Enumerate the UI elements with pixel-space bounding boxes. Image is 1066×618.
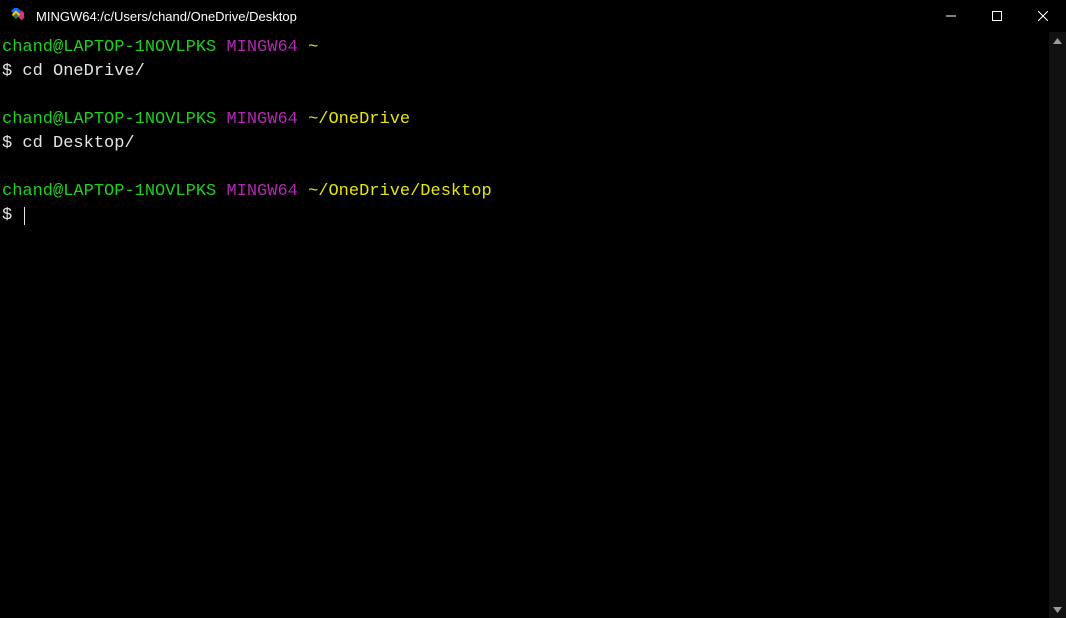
user-host: chand@LAPTOP-1NOVLPKS <box>2 182 216 201</box>
chevron-up-icon <box>1053 38 1062 44</box>
dollar: $ <box>2 134 12 153</box>
prompt-line: chand@LAPTOP-1NOVLPKS MINGW64 ~/OneDrive… <box>2 180 1047 204</box>
command-text: cd Desktop/ <box>22 134 134 153</box>
terminal-area: chand@LAPTOP-1NOVLPKS MINGW64 ~$ cd OneD… <box>0 32 1066 618</box>
user-host: chand@LAPTOP-1NOVLPKS <box>2 110 216 129</box>
env: MINGW64 <box>226 110 297 129</box>
scrollbar[interactable] <box>1049 32 1066 618</box>
chevron-down-icon <box>1053 607 1062 613</box>
minimize-button[interactable] <box>928 0 974 32</box>
git-bash-icon <box>8 8 24 24</box>
blank-line <box>2 156 1047 180</box>
minimize-icon <box>946 11 956 21</box>
window-title: MINGW64:/c/Users/chand/OneDrive/Desktop <box>32 9 928 24</box>
maximize-button[interactable] <box>974 0 1020 32</box>
app-icon <box>0 8 32 24</box>
scroll-down-button[interactable] <box>1049 601 1066 618</box>
user-host: chand@LAPTOP-1NOVLPKS <box>2 38 216 57</box>
dollar: $ <box>2 206 12 225</box>
blank-line <box>2 84 1047 108</box>
cwd: ~/OneDrive/Desktop <box>308 182 492 201</box>
window: MINGW64:/c/Users/chand/OneDrive/Desktop … <box>0 0 1066 618</box>
maximize-icon <box>992 11 1002 21</box>
cwd: ~ <box>308 38 318 57</box>
command-line: $ <box>2 204 1047 228</box>
dollar: $ <box>2 62 12 81</box>
prompt-line: chand@LAPTOP-1NOVLPKS MINGW64 ~ <box>2 36 1047 60</box>
cursor <box>24 207 25 225</box>
scroll-up-button[interactable] <box>1049 32 1066 49</box>
env: MINGW64 <box>226 38 297 57</box>
window-buttons <box>928 0 1066 32</box>
command-line: $ cd OneDrive/ <box>2 60 1047 84</box>
command-text: cd OneDrive/ <box>22 62 144 81</box>
env: MINGW64 <box>226 182 297 201</box>
cwd: ~/OneDrive <box>308 110 410 129</box>
close-button[interactable] <box>1020 0 1066 32</box>
titlebar[interactable]: MINGW64:/c/Users/chand/OneDrive/Desktop <box>0 0 1066 32</box>
prompt-line: chand@LAPTOP-1NOVLPKS MINGW64 ~/OneDrive <box>2 108 1047 132</box>
terminal[interactable]: chand@LAPTOP-1NOVLPKS MINGW64 ~$ cd OneD… <box>0 32 1049 618</box>
close-icon <box>1038 11 1048 21</box>
command-line: $ cd Desktop/ <box>2 132 1047 156</box>
